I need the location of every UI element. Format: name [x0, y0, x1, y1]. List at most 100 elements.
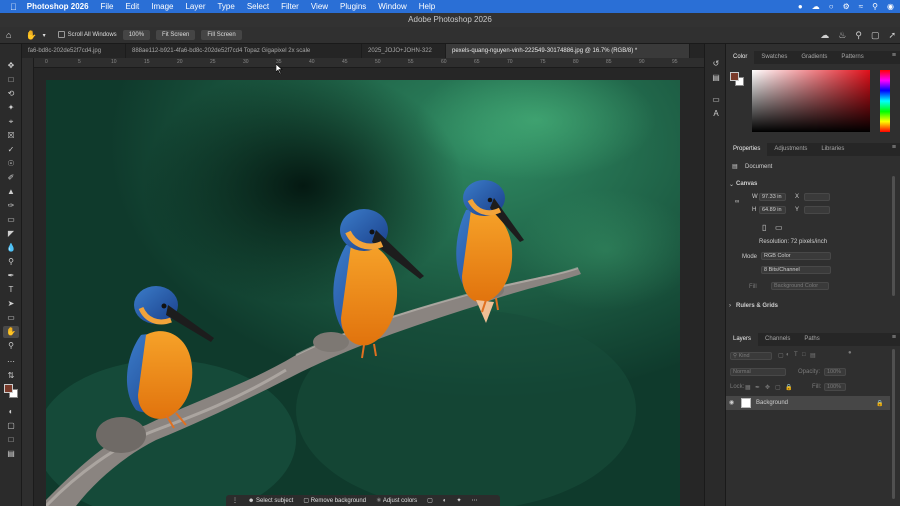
menu-type[interactable]: Type [217, 2, 234, 11]
opacity-field[interactable]: 100% [824, 368, 846, 376]
frame-tool-icon[interactable]: ☒ [3, 130, 19, 142]
bit-depth-dropdown[interactable]: 8 Bits/Channel [761, 266, 831, 274]
type-tool-icon[interactable]: T [3, 284, 19, 296]
menu-window[interactable]: Window [378, 2, 406, 11]
lasso-tool-icon[interactable]: ⟲ [3, 88, 19, 100]
tab-patterns[interactable]: Patterns [834, 51, 870, 64]
cloud-docs-icon[interactable]: ☁ [820, 30, 829, 41]
eraser-tool-icon[interactable]: ▭ [3, 214, 19, 226]
siri-icon[interactable]: ◉ [887, 2, 894, 11]
tab-document-active[interactable]: pexels-quang-nguyen-vinh-222549-30174886… [446, 44, 690, 58]
menu-file[interactable]: File [101, 2, 114, 11]
paragraph-icon[interactable]: A [708, 108, 724, 120]
gradient-tool-icon[interactable]: ◤ [3, 228, 19, 240]
portrait-orientation-icon[interactable]: ▯ [762, 223, 766, 232]
rulers-grids-section-title[interactable]: Rulers & Grids [736, 303, 778, 309]
swap-colors-icon[interactable]: ⇅ [3, 370, 19, 382]
fit-screen-button[interactable]: Fit Screen [156, 30, 196, 40]
menu-view[interactable]: View [311, 2, 328, 11]
tab-properties[interactable]: Properties [726, 143, 768, 156]
scroll-all-windows-checkbox[interactable]: Scroll All Windows [57, 31, 117, 39]
remove-background-button[interactable]: ▢ Remove background [303, 497, 366, 504]
tab-layers[interactable]: Layers [726, 333, 759, 346]
filter-toggle-icon[interactable]: ● [848, 350, 852, 356]
layers-panel-menu-icon[interactable]: ≡ [892, 334, 896, 341]
menu-app-name[interactable]: Photoshop 2026 [27, 2, 89, 11]
lock-all-icon[interactable]: 🔒 [785, 384, 792, 391]
blend-mode-dropdown[interactable]: Normal [730, 368, 786, 376]
menu-help[interactable]: Help [419, 2, 435, 11]
layer-comps-icon[interactable]: ▭ [708, 94, 724, 106]
menu-plugins[interactable]: Plugins [340, 2, 366, 11]
eyedropper-tool-icon[interactable]: ✓ [3, 144, 19, 156]
mode-dropdown[interactable]: RGB Color [761, 252, 831, 260]
hand-tool-icon[interactable]: ✋ [25, 30, 36, 41]
document-canvas[interactable] [34, 64, 704, 506]
more-options-icon[interactable]: ⋯ [472, 497, 478, 504]
adjust-colors-button[interactable]: ⚛ Adjust colors [376, 497, 417, 504]
lock-artboard-icon[interactable]: ▢ [775, 384, 781, 391]
layer-filter-kind-dropdown[interactable]: ⚲ Kind [730, 352, 772, 360]
contrast-icon[interactable]: ◐ [443, 498, 447, 504]
control-center-icon[interactable]: ⚙ [843, 2, 850, 11]
visibility-eye-icon[interactable]: ◉ [729, 399, 734, 406]
screen-mode-icon[interactable]: ▢ [3, 420, 19, 432]
healing-brush-icon[interactable]: ☉ [3, 158, 19, 170]
search-icon[interactable]: ⚲ [872, 2, 878, 11]
layer-row-background[interactable]: ◉ Background 🔒 [726, 396, 890, 410]
filter-smart-object-icon[interactable]: ▤ [810, 352, 816, 359]
edit-toolbar-icon[interactable]: ▤ [3, 448, 19, 460]
lock-position-icon[interactable]: ✥ [765, 384, 770, 391]
properties-panel-menu-icon[interactable]: ≡ [892, 144, 896, 151]
apple-icon[interactable]:  [10, 2, 17, 12]
cloud-icon[interactable]: ☁ [812, 2, 820, 11]
tab-swatches[interactable]: Swatches [754, 51, 794, 64]
fill-opacity-field[interactable]: 100% [824, 383, 846, 391]
y-field[interactable] [804, 206, 830, 214]
landscape-orientation-icon[interactable]: ▭ [775, 223, 783, 232]
hue-slider[interactable] [880, 70, 890, 132]
tab-gradients[interactable]: Gradients [794, 51, 834, 64]
filter-shape-icon[interactable]: □ [802, 352, 806, 358]
tab-document-3[interactable]: 2025_JOJO+JOHN-322 [362, 44, 446, 58]
height-field[interactable]: 64.89 in [759, 206, 786, 214]
search-icon[interactable]: ⚲ [855, 30, 862, 41]
blur-tool-icon[interactable]: 💧 [3, 242, 19, 254]
menu-image[interactable]: Image [151, 2, 173, 11]
drag-handle-icon[interactable]: ⋮ [232, 497, 238, 504]
menu-filter[interactable]: Filter [281, 2, 299, 11]
kingfisher-photo[interactable] [46, 80, 680, 506]
quick-mask-icon[interactable]: ◐ [3, 406, 19, 418]
tab-libraries[interactable]: Libraries [814, 143, 851, 156]
color-panel-menu-icon[interactable]: ≡ [892, 52, 896, 59]
history-brush-icon[interactable]: ✑ [3, 200, 19, 212]
filter-type-icon[interactable]: T [794, 352, 798, 358]
transform-icon[interactable]: ▢ [427, 497, 433, 504]
menu-select[interactable]: Select [247, 2, 269, 11]
magic-wand-tool-icon[interactable]: ✦ [3, 102, 19, 114]
chevron-down-icon[interactable]: ▾ [43, 32, 46, 39]
link-dimensions-icon[interactable]: ∞ [735, 199, 739, 205]
tab-document-1[interactable]: fa6-bd8c-202de52f7cd4.jpg [22, 44, 126, 58]
color-field[interactable] [752, 70, 870, 132]
chat-icon[interactable]: ○ [829, 2, 834, 11]
rectangle-tool-icon[interactable]: ▭ [3, 312, 19, 324]
properties-scrollbar[interactable] [892, 176, 895, 296]
artboard-icon[interactable]: □ [3, 434, 19, 446]
marquee-tool-icon[interactable]: □ [3, 74, 19, 86]
filter-pixel-icon[interactable]: ▢ [778, 352, 784, 359]
layer-name[interactable]: Background [756, 400, 788, 406]
record-icon[interactable]: ● [798, 2, 803, 11]
wifi-icon[interactable]: ≈ [859, 2, 863, 11]
brush-tool-icon[interactable]: ✐ [3, 172, 19, 184]
layer-thumbnail[interactable] [741, 398, 751, 408]
foreground-color-swatch[interactable] [4, 384, 13, 393]
fill-screen-button[interactable]: Fill Screen [201, 30, 242, 40]
select-subject-button[interactable]: ☻ Select subject [248, 498, 293, 504]
notifications-icon[interactable]: ♨ [838, 30, 846, 41]
fill-dropdown[interactable]: Background Color [771, 282, 829, 290]
more-tools-icon[interactable]: ⋯ [3, 356, 19, 368]
x-field[interactable] [804, 193, 830, 201]
pen-tool-icon[interactable]: ✒ [3, 270, 19, 282]
path-selection-icon[interactable]: ➤ [3, 298, 19, 310]
